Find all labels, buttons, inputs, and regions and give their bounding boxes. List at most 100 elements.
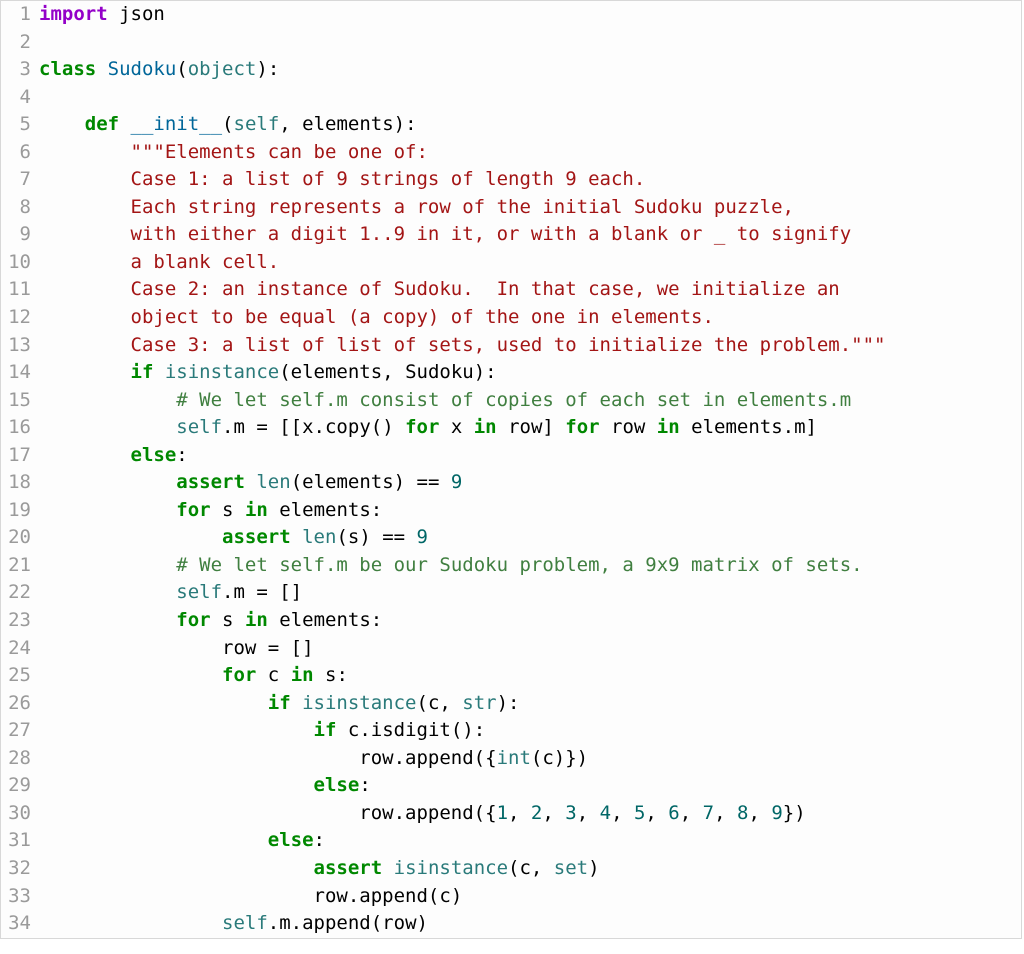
line-number: 5 (1, 111, 39, 139)
line-content: row.append({1, 2, 3, 4, 5, 6, 7, 8, 9}) (39, 800, 1021, 828)
code-line: 18 assert len(elements) == 9 (1, 469, 1021, 497)
line-content: class Sudoku(object): (39, 56, 1021, 84)
code-line: 20 assert len(s) == 9 (1, 524, 1021, 552)
line-content: Case 2: an instance of Sudoku. In that c… (39, 276, 1021, 304)
code-token (39, 912, 222, 934)
code-token (39, 334, 131, 356)
code-token: ( (176, 58, 187, 80)
code-token: 6 (668, 802, 679, 824)
code-line: 7 Case 1: a list of 9 strings of length … (1, 166, 1021, 194)
code-token: isinstance (394, 857, 508, 879)
code-token: elements.m] (680, 416, 817, 438)
code-token: .m = [[x.copy() (222, 416, 405, 438)
code-token: a blank cell. (131, 251, 280, 273)
code-line: 10 a blank cell. (1, 249, 1021, 277)
code-token: assert (314, 857, 394, 879)
code-token: else (268, 829, 314, 851)
line-number: 20 (1, 524, 39, 552)
line-number: 19 (1, 497, 39, 525)
code-line: 26 if isinstance(c, str): (1, 690, 1021, 718)
line-content: self.m = [] (39, 579, 1021, 607)
line-number: 10 (1, 249, 39, 277)
code-token (39, 664, 222, 686)
line-content: # We let self.m consist of copies of eac… (39, 387, 1021, 415)
line-number: 14 (1, 359, 39, 387)
code-token: , (611, 802, 634, 824)
code-token: , (508, 802, 531, 824)
code-token: for (176, 499, 210, 521)
line-content: if isinstance(elements, Sudoku): (39, 359, 1021, 387)
code-token: , (577, 802, 600, 824)
code-token: in (245, 609, 268, 631)
code-token: else (131, 444, 177, 466)
code-token: c.isdigit(): (348, 719, 485, 741)
code-token: row.append(c) (314, 885, 463, 907)
code-line: 6 """Elements can be one of: (1, 139, 1021, 167)
code-token: len (256, 471, 290, 493)
code-token: import (39, 3, 108, 25)
code-line: 28 row.append({int(c)}) (1, 745, 1021, 773)
code-token: ( (222, 113, 233, 135)
code-token: ): (497, 692, 520, 714)
code-token: with either a digit 1..9 in it, or with … (131, 223, 852, 245)
line-content: if isinstance(c, str): (39, 690, 1021, 718)
code-token: else (314, 774, 360, 796)
line-number: 28 (1, 745, 39, 773)
code-token: int (497, 747, 531, 769)
code-token (39, 416, 176, 438)
line-content: else: (39, 772, 1021, 800)
code-token: Each string represents a row of the init… (131, 196, 794, 218)
line-content: Each string represents a row of the init… (39, 194, 1021, 222)
code-token: , (714, 802, 737, 824)
code-line: 12 object to be equal (a copy) of the on… (1, 304, 1021, 332)
code-token: def (85, 113, 131, 135)
code-token (39, 581, 176, 603)
line-number: 31 (1, 827, 39, 855)
line-content: Case 3: a list of list of sets, used to … (39, 332, 1021, 360)
code-token: 9 (771, 802, 782, 824)
code-block: 1import json 23 class Sudoku(object):45 de… (0, 0, 1022, 939)
line-number: 16 (1, 414, 39, 442)
code-token: json (108, 3, 165, 25)
code-token (39, 554, 176, 576)
code-token: 2 (531, 802, 542, 824)
code-line: 25 for c in s: (1, 662, 1021, 690)
line-number: 22 (1, 579, 39, 607)
line-content: object to be equal (a copy) of the one i… (39, 304, 1021, 332)
code-token: row.append({ (359, 802, 496, 824)
code-line: 21 # We let self.m be our Sudoku problem… (1, 552, 1021, 580)
code-token: str (462, 692, 496, 714)
line-content: self.m = [[x.copy() for x in row] for ro… (39, 414, 1021, 442)
code-token (39, 471, 176, 493)
line-number: 4 (1, 84, 39, 112)
code-token: : (314, 829, 325, 851)
code-token: row = [] (222, 637, 314, 659)
line-content: import json (39, 1, 1021, 29)
code-token (39, 141, 131, 163)
code-line: 30 row.append({1, 2, 3, 4, 5, 6, 7, 8, 9… (1, 800, 1021, 828)
code-token (39, 113, 85, 135)
line-number: 34 (1, 910, 39, 938)
code-line: 9 with either a digit 1..9 in it, or wit… (1, 221, 1021, 249)
line-number: 1 (1, 1, 39, 29)
code-token: }) (783, 802, 806, 824)
code-token: # We let self.m be our Sudoku problem, a… (176, 554, 862, 576)
code-line: 13 Case 3: a list of list of sets, used … (1, 332, 1021, 360)
code-token: self (176, 581, 222, 603)
line-number: 27 (1, 717, 39, 745)
code-token (39, 857, 314, 879)
code-token: object to be equal (a copy) of the one i… (131, 306, 714, 328)
code-line: 23 for s in elements: (1, 607, 1021, 635)
line-number: 30 (1, 800, 39, 828)
code-token: if (314, 719, 348, 741)
code-token (39, 389, 176, 411)
code-line: 29 else: (1, 772, 1021, 800)
line-number: 23 (1, 607, 39, 635)
line-number: 25 (1, 662, 39, 690)
line-content: row.append({int(c)}) (39, 745, 1021, 773)
code-token (39, 802, 359, 824)
code-token: in (291, 664, 314, 686)
line-number: 6 (1, 139, 39, 167)
code-token: for (405, 416, 439, 438)
line-number: 33 (1, 883, 39, 911)
